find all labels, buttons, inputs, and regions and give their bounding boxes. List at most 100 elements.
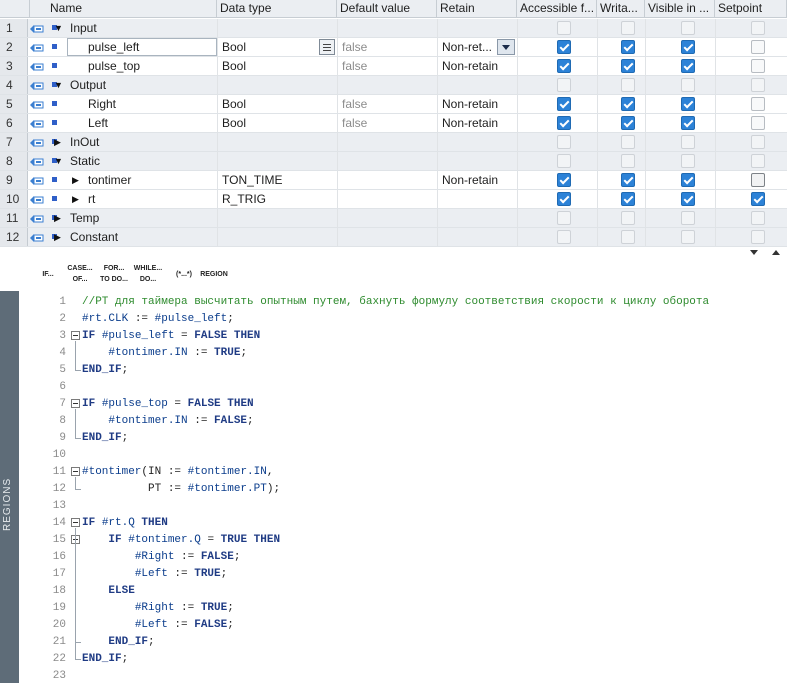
vis-checkbox[interactable] xyxy=(681,192,695,206)
code-line[interactable]: 19 #Right := TRUE; xyxy=(30,600,787,617)
sp-checkbox[interactable] xyxy=(751,192,765,206)
code-text[interactable]: #tontimer(IN := #tontimer.IN, xyxy=(82,464,273,480)
code-text[interactable]: END_IF; xyxy=(82,430,128,446)
code-line[interactable]: 20 #Left := FALSE; xyxy=(30,617,787,634)
code-text[interactable]: #Left := FALSE; xyxy=(82,617,234,633)
code-text[interactable]: #Right := FALSE; xyxy=(82,549,241,565)
vis-checkbox[interactable] xyxy=(681,59,695,73)
code-line[interactable]: 5 END_IF; xyxy=(30,362,787,379)
toolbar-button-3[interactable]: WHILE... DO... xyxy=(132,259,164,287)
header-retain[interactable]: Retain xyxy=(437,0,517,18)
table-row[interactable]: 8 ▼ Static xyxy=(0,152,787,171)
fold-toggle-icon[interactable] xyxy=(71,331,80,340)
wr-checkbox[interactable] xyxy=(621,192,635,206)
variable-name[interactable]: Right xyxy=(88,95,116,113)
code-line[interactable]: 10 xyxy=(30,447,787,464)
wr-checkbox[interactable] xyxy=(621,59,635,73)
table-row[interactable]: 3 pulse_top Bool false Non-retain xyxy=(0,57,787,76)
table-row[interactable]: 2 pulse_left Bool false Non-ret... xyxy=(0,38,787,57)
code-text[interactable]: END_IF; xyxy=(82,634,154,650)
code-line[interactable]: 11 #tontimer(IN := #tontimer.IN, xyxy=(30,464,787,481)
code-line[interactable]: 7 IF #pulse_top = FALSE THEN xyxy=(30,396,787,413)
table-row[interactable]: 9 ▶ tontimer TON_TIME Non-retain xyxy=(0,171,787,190)
code-line[interactable]: 1 //PT для таймера высчитать опытным путе… xyxy=(30,294,787,311)
acc-checkbox[interactable] xyxy=(557,59,571,73)
code-line[interactable]: 12 PT := #tontimer.PT); xyxy=(30,481,787,498)
retain-cell[interactable]: Non-retain xyxy=(437,57,517,75)
wr-checkbox[interactable] xyxy=(621,173,635,187)
toolbar-button-2[interactable]: FOR... TO DO... xyxy=(98,259,130,287)
sp-checkbox[interactable] xyxy=(751,173,765,187)
fold-toggle-icon[interactable] xyxy=(71,518,80,527)
data-type-cell[interactable]: Bool xyxy=(217,57,337,75)
table-row[interactable]: 1 ▼ Input xyxy=(0,19,787,38)
table-row[interactable]: 7 ▶ InOut xyxy=(0,133,787,152)
code-text[interactable]: IF #tontimer.Q = TRUE THEN xyxy=(82,532,280,548)
data-type-cell[interactable]: Bool xyxy=(217,95,337,113)
header-visible[interactable]: Visible in ... xyxy=(645,0,715,18)
acc-checkbox[interactable] xyxy=(557,173,571,187)
code-text[interactable]: #Right := TRUE; xyxy=(82,600,234,616)
default-value-cell[interactable]: false xyxy=(337,57,437,75)
code-line[interactable]: 15 IF #tontimer.Q = TRUE THEN xyxy=(30,532,787,549)
collapsed-icon[interactable]: ▶ xyxy=(54,228,61,246)
data-type-cell[interactable]: R_TRIG xyxy=(217,190,337,208)
header-writable[interactable]: Writa... xyxy=(597,0,645,18)
code-text[interactable]: IF #rt.Q THEN xyxy=(82,515,168,531)
table-row[interactable]: 11 ▶ Temp xyxy=(0,209,787,228)
default-value-cell[interactable]: false xyxy=(337,95,437,113)
fold-toggle-icon[interactable] xyxy=(71,399,80,408)
splitter-handle[interactable] xyxy=(744,246,786,255)
code-line[interactable]: 3 IF #pulse_left = FALSE THEN xyxy=(30,328,787,345)
code-text[interactable]: END_IF; xyxy=(82,651,128,667)
variable-name[interactable]: tontimer xyxy=(88,171,131,189)
table-row[interactable]: 6 Left Bool false Non-retain xyxy=(0,114,787,133)
default-value-cell[interactable] xyxy=(337,171,437,189)
regions-panel[interactable]: REGIONS xyxy=(0,291,19,683)
wr-checkbox[interactable] xyxy=(621,40,635,54)
header-name[interactable]: Name xyxy=(30,0,217,18)
code-line[interactable]: 14 IF #rt.Q THEN xyxy=(30,515,787,532)
sp-checkbox[interactable] xyxy=(751,97,765,111)
collapsed-icon[interactable]: ▶ xyxy=(72,171,79,189)
collapsed-icon[interactable]: ▶ xyxy=(54,133,61,151)
wr-checkbox[interactable] xyxy=(621,97,635,111)
code-text[interactable]: PT := #tontimer.PT); xyxy=(82,481,280,497)
code-text[interactable]: #tontimer.IN := TRUE; xyxy=(82,345,247,361)
code-line[interactable]: 9 END_IF; xyxy=(30,430,787,447)
sp-checkbox[interactable] xyxy=(751,59,765,73)
acc-checkbox[interactable] xyxy=(557,192,571,206)
vis-checkbox[interactable] xyxy=(681,116,695,130)
default-value-cell[interactable]: false xyxy=(337,38,437,56)
table-row[interactable]: 4 ▼ Output xyxy=(0,76,787,95)
code-line[interactable]: 21 END_IF; xyxy=(30,634,787,651)
code-line[interactable]: 23 xyxy=(30,668,787,683)
code-line[interactable]: 18 ELSE xyxy=(30,583,787,600)
code-editor[interactable]: 1 //PT для таймера высчитать опытным путе… xyxy=(30,294,787,683)
variable-name[interactable]: rt xyxy=(88,190,95,208)
table-row[interactable]: 5 Right Bool false Non-retain xyxy=(0,95,787,114)
fold-toggle-icon[interactable] xyxy=(71,467,80,476)
variable-name[interactable]: pulse_top xyxy=(88,57,140,75)
expanded-icon[interactable]: ▼ xyxy=(54,76,63,94)
retain-cell[interactable]: Non-retain xyxy=(437,95,517,113)
code-text[interactable]: //PT для таймера высчитать опытным путем… xyxy=(82,294,709,310)
default-value-cell[interactable] xyxy=(337,190,437,208)
expanded-icon[interactable]: ▼ xyxy=(54,152,63,170)
code-line[interactable]: 17 #Left := TRUE; xyxy=(30,566,787,583)
retain-cell[interactable]: Non-retain xyxy=(437,171,517,189)
vis-checkbox[interactable] xyxy=(681,40,695,54)
default-value-cell[interactable]: false xyxy=(337,114,437,132)
header-datatype[interactable]: Data type xyxy=(217,0,337,18)
header-setpoint[interactable]: Setpoint xyxy=(715,0,787,18)
acc-checkbox[interactable] xyxy=(557,116,571,130)
code-line[interactable]: 2 #rt.CLK := #pulse_left; xyxy=(30,311,787,328)
code-line[interactable]: 4 #tontimer.IN := TRUE; xyxy=(30,345,787,362)
wr-checkbox[interactable] xyxy=(621,116,635,130)
vis-checkbox[interactable] xyxy=(681,173,695,187)
variable-name[interactable]: Left xyxy=(88,114,108,132)
code-line[interactable]: 8 #tontimer.IN := FALSE; xyxy=(30,413,787,430)
table-row[interactable]: 12 ▶ Constant xyxy=(0,228,787,247)
acc-checkbox[interactable] xyxy=(557,40,571,54)
table-row[interactable]: 10 ▶ rt R_TRIG xyxy=(0,190,787,209)
